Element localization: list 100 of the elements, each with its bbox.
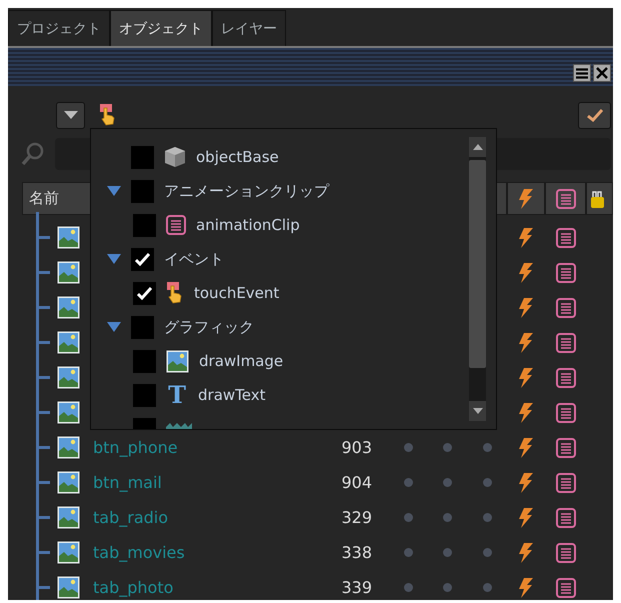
menu-button[interactable] [573,64,591,82]
lightning-icon [518,508,534,528]
lightning-icon [518,188,534,208]
dot-icon[interactable] [482,478,492,487]
column-header[interactable] [586,182,613,215]
notes-icon [556,368,576,388]
dot-icon[interactable] [443,478,452,487]
filter-item[interactable]: touchEvent [194,284,280,302]
filter-item[interactable]: objectBase [196,148,279,166]
notes-icon [556,472,576,492]
object-name[interactable]: tab_photo [80,578,174,597]
checkbox[interactable] [133,384,156,406]
apply-button[interactable] [578,102,611,128]
image-icon [56,576,80,599]
image-icon [56,296,80,319]
tab[interactable]: オブジェクト [110,10,212,46]
filter-item[interactable]: animationClip [196,216,300,234]
object-id: 903 [341,438,372,457]
tab[interactable]: レイヤー [212,10,286,46]
filter-item[interactable]: イベント [164,250,224,268]
image-icon [56,366,80,389]
hand-pointer-icon [99,104,117,126]
notes-icon [556,332,576,352]
tab[interactable]: プロジェクト [8,10,110,46]
checkbox[interactable] [131,248,154,270]
dot-icon[interactable] [404,548,412,557]
checkbox[interactable] [131,180,154,202]
checkmark-icon [137,286,152,300]
text-icon: T [166,383,188,407]
down-arrow-icon [472,408,482,414]
lightning-icon [518,262,534,282]
close-button[interactable] [593,64,611,82]
image-icon [56,226,80,249]
object-name[interactable]: btn_phone [80,438,178,457]
scroll-down-button[interactable] [469,401,486,421]
up-arrow-icon [472,144,482,150]
dot-icon[interactable] [443,443,452,452]
notes-icon [556,228,576,248]
checkbox[interactable] [133,214,156,236]
checkmark-icon [586,108,602,122]
checkmark-icon [135,252,150,266]
dot-icon[interactable] [404,478,412,487]
checkbox[interactable] [131,316,154,338]
dot-icon[interactable] [443,513,452,522]
column-header[interactable] [507,182,545,215]
image-icon [56,506,80,529]
expand-icon[interactable] [107,322,121,332]
notes-icon [556,298,576,318]
lightning-icon [518,472,534,492]
filter-item[interactable]: グラフィック [164,318,254,336]
image-icon [56,471,80,494]
object-id: 339 [341,578,372,597]
scrollbar-thumb[interactable] [469,160,486,368]
dot-icon[interactable] [482,583,492,592]
filter-item[interactable]: drawText [198,386,266,404]
lightning-icon [518,578,534,598]
dot-icon[interactable] [404,443,412,452]
image-icon [56,436,80,459]
filter-item[interactable]: アニメーションクリップ [164,182,329,200]
lightning-icon [518,332,534,352]
checkbox[interactable] [133,282,156,304]
column-header[interactable] [545,182,586,215]
lightning-icon [518,368,534,388]
cube-icon [164,146,186,168]
dot-icon[interactable] [482,513,492,522]
object-name[interactable]: btn_mail [80,473,162,492]
notes-icon [556,262,576,282]
lightning-icon [518,438,534,458]
object-id: 338 [341,543,372,562]
dropdown-button[interactable] [56,102,85,128]
menu-icon [576,68,588,78]
object-id: 329 [341,508,372,527]
notes-icon [556,578,576,598]
checkbox[interactable] [131,146,154,168]
dot-icon[interactable] [443,583,452,592]
search-icon [21,142,45,166]
dot-icon[interactable] [482,548,492,557]
notes-icon [166,215,186,235]
dot-icon[interactable] [404,583,412,592]
expand-icon[interactable] [107,254,121,264]
lightning-icon [518,402,534,422]
dot-icon[interactable] [443,548,452,557]
close-icon [596,67,608,79]
column-header[interactable]: 名前 [22,182,92,215]
hand-pointer-icon [166,282,184,304]
checkbox[interactable] [133,350,156,372]
expand-icon[interactable] [107,186,121,196]
dot-icon[interactable] [482,443,492,452]
notes-icon [556,402,576,422]
image-icon [56,261,80,284]
padlock-icon [590,188,604,208]
object-name[interactable]: tab_movies [80,543,185,562]
image-icon [56,541,80,564]
object-name[interactable]: tab_radio [80,508,168,527]
lightning-icon [518,542,534,562]
lightning-icon [518,228,534,248]
filter-item[interactable]: drawImage [199,352,284,370]
dot-icon[interactable] [404,513,412,522]
scroll-up-button[interactable] [469,137,486,157]
image-icon [56,401,80,424]
